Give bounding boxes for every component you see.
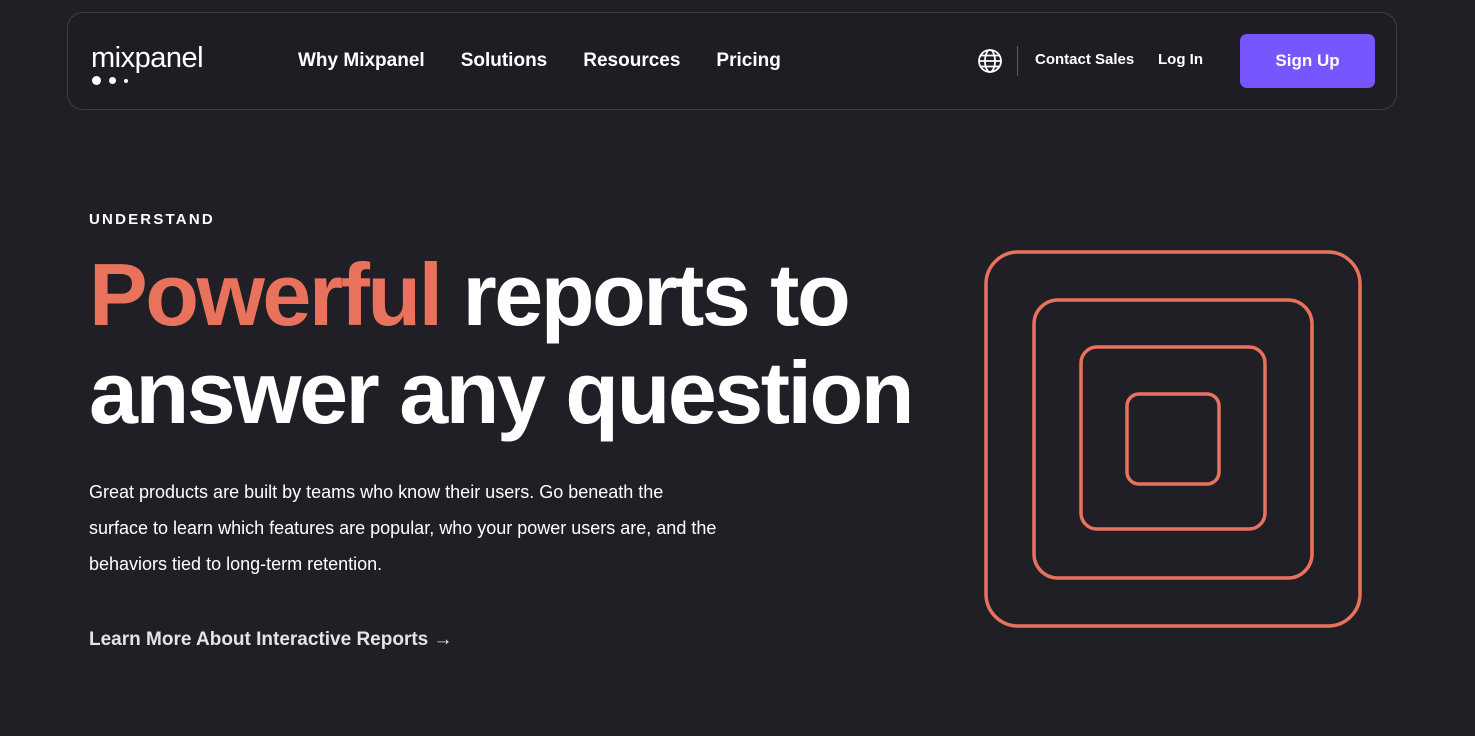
contact-sales-link[interactable]: Contact Sales (1035, 51, 1134, 68)
globe-icon[interactable] (977, 48, 1003, 74)
nav-pricing[interactable]: Pricing (716, 50, 780, 72)
primary-nav: Why Mixpanel Solutions Resources Pricing (298, 13, 817, 109)
signup-button[interactable]: Sign Up (1240, 34, 1375, 88)
login-link[interactable]: Log In (1158, 51, 1203, 68)
square-third (1079, 345, 1267, 531)
headline-accent: Powerful (89, 245, 443, 344)
page: mixpanel Why Mixpanel Solutions Resource… (0, 0, 1475, 736)
nav-why-mixpanel[interactable]: Why Mixpanel (298, 50, 425, 72)
square-inner (1125, 392, 1221, 486)
logo-wordmark: mixpanel (91, 42, 204, 74)
nav-resources[interactable]: Resources (583, 50, 680, 72)
logo-dots (92, 76, 142, 86)
nav-solutions[interactable]: Solutions (461, 50, 548, 72)
section-eyebrow: UNDERSTAND (89, 211, 215, 228)
nav-divider (1017, 46, 1018, 76)
nested-squares-graphic (983, 249, 1363, 629)
hero-headline: Powerful reports to answer any question (89, 246, 929, 442)
square-second (1032, 298, 1314, 580)
headline-line1-rest: reports to (440, 245, 851, 344)
mixpanel-logo[interactable]: mixpanel (91, 42, 221, 87)
hero-description: Great products are built by teams who kn… (89, 482, 717, 574)
top-navbar: mixpanel Why Mixpanel Solutions Resource… (67, 12, 1397, 110)
headline-line2: answer any question (89, 343, 914, 442)
learn-more-link[interactable]: Learn More About Interactive Reports → (89, 629, 453, 651)
